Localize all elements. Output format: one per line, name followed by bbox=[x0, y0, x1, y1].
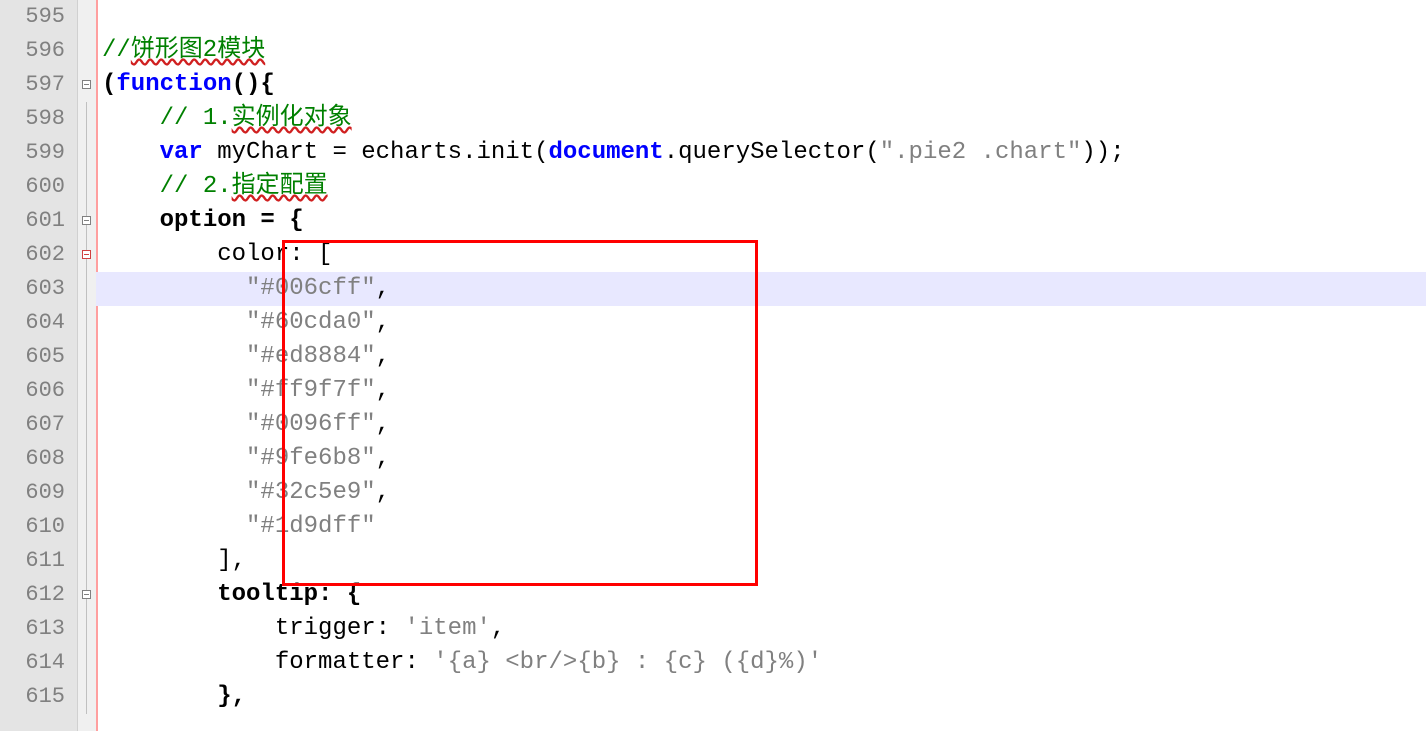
code-area[interactable]: //饼形图2模块 (function(){ // 1.实例化对象 var myC… bbox=[96, 0, 1426, 731]
line-number: 600 bbox=[0, 170, 77, 204]
code-line-highlighted[interactable]: "#006cff", bbox=[96, 272, 1426, 306]
line-number: 603 bbox=[0, 272, 77, 306]
code-line[interactable]: ], bbox=[96, 544, 1426, 578]
line-number: 597 bbox=[0, 68, 77, 102]
code-line[interactable]: }, bbox=[96, 680, 1426, 714]
fold-toggle-icon[interactable] bbox=[82, 250, 91, 259]
line-number: 605 bbox=[0, 340, 77, 374]
code-line[interactable]: option = { bbox=[96, 204, 1426, 238]
code-line[interactable]: (function(){ bbox=[96, 68, 1426, 102]
line-number: 608 bbox=[0, 442, 77, 476]
fold-toggle-icon[interactable] bbox=[82, 216, 91, 225]
code-line[interactable]: "#ed8884", bbox=[96, 340, 1426, 374]
line-number: 609 bbox=[0, 476, 77, 510]
line-number-gutter: 595 596 597 598 599 600 601 602 603 604 … bbox=[0, 0, 78, 731]
line-number: 614 bbox=[0, 646, 77, 680]
code-line[interactable]: formatter: '{a} <br/>{b} : {c} ({d}%)' bbox=[96, 646, 1426, 680]
fold-toggle-icon[interactable] bbox=[82, 590, 91, 599]
line-number: 595 bbox=[0, 0, 77, 34]
line-number: 606 bbox=[0, 374, 77, 408]
line-number: 610 bbox=[0, 510, 77, 544]
code-line[interactable]: "#1d9dff" bbox=[96, 510, 1426, 544]
line-number: 611 bbox=[0, 544, 77, 578]
code-line[interactable]: "#60cda0", bbox=[96, 306, 1426, 340]
line-number: 604 bbox=[0, 306, 77, 340]
line-number: 599 bbox=[0, 136, 77, 170]
code-line[interactable] bbox=[96, 0, 1426, 34]
code-editor[interactable]: 595 596 597 598 599 600 601 602 603 604 … bbox=[0, 0, 1426, 731]
line-number: 598 bbox=[0, 102, 77, 136]
fold-gutter bbox=[78, 0, 96, 731]
line-number: 615 bbox=[0, 680, 77, 714]
code-line[interactable]: "#ff9f7f", bbox=[96, 374, 1426, 408]
code-line[interactable]: var myChart = echarts.init(document.quer… bbox=[96, 136, 1426, 170]
code-line[interactable]: //饼形图2模块 bbox=[96, 34, 1426, 68]
code-line[interactable]: trigger: 'item', bbox=[96, 612, 1426, 646]
line-number: 601 bbox=[0, 204, 77, 238]
line-number: 602 bbox=[0, 238, 77, 272]
code-line[interactable]: "#0096ff", bbox=[96, 408, 1426, 442]
code-line[interactable]: "#9fe6b8", bbox=[96, 442, 1426, 476]
line-number: 612 bbox=[0, 578, 77, 612]
fold-toggle-icon[interactable] bbox=[82, 80, 91, 89]
code-line[interactable]: tooltip: { bbox=[96, 578, 1426, 612]
code-line[interactable]: "#32c5e9", bbox=[96, 476, 1426, 510]
code-line[interactable]: // 1.实例化对象 bbox=[96, 102, 1426, 136]
code-line[interactable]: // 2.指定配置 bbox=[96, 170, 1426, 204]
line-number: 607 bbox=[0, 408, 77, 442]
line-number: 613 bbox=[0, 612, 77, 646]
line-number: 596 bbox=[0, 34, 77, 68]
code-line[interactable]: color: [ bbox=[96, 238, 1426, 272]
